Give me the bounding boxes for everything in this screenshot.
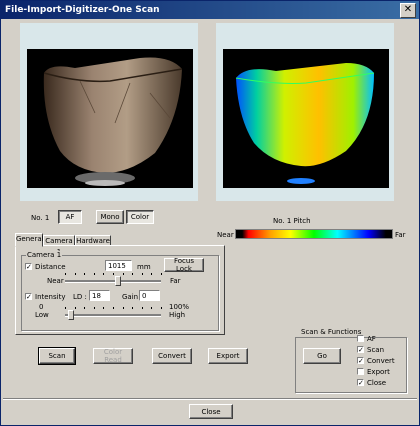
camera-1-group-title: Camera 1 xyxy=(26,251,63,259)
color-button[interactable]: Color xyxy=(126,210,154,224)
mono-button[interactable]: Mono xyxy=(96,210,124,224)
scan-number-label: No. 1 xyxy=(31,214,50,222)
slider-tick xyxy=(151,307,153,309)
color-scale-far-label: Far xyxy=(395,231,406,239)
focus-lock-button[interactable]: Focus Lock xyxy=(164,257,204,273)
export-button[interactable]: Export xyxy=(208,348,248,364)
intensity-label: Intensity xyxy=(35,293,66,301)
slider-tick xyxy=(84,307,86,309)
color-read-button[interactable]: Color Read xyxy=(93,348,133,364)
slider-tick xyxy=(93,307,95,309)
option-scan-label: Scan xyxy=(367,346,385,354)
intensity-slider-track[interactable] xyxy=(65,314,161,317)
go-button[interactable]: Go xyxy=(303,348,341,364)
option-af-label: AF xyxy=(367,335,376,343)
slider-tick xyxy=(151,273,153,275)
pitch-map-image xyxy=(223,49,389,188)
option-close-label: Close xyxy=(367,379,387,387)
digitizer-window: File-Import-Digitizer-One Scan ✕ No. 1 A… xyxy=(0,0,420,426)
option-export-checkbox[interactable] xyxy=(357,368,364,375)
camera-image-viewport xyxy=(20,23,198,201)
slider-tick xyxy=(65,307,66,309)
pottery-photo xyxy=(27,49,193,188)
pitch-label: No. 1 Pitch xyxy=(273,217,311,225)
distance-label: Distance xyxy=(35,263,66,271)
intensity-max-label: 100% xyxy=(169,303,190,311)
slider-tick xyxy=(65,273,66,275)
distance-input[interactable]: 1015 xyxy=(105,260,132,271)
intensity-high-label: High xyxy=(169,311,186,319)
slider-tick xyxy=(93,273,95,275)
slider-tick xyxy=(113,307,114,309)
intensity-slider-thumb[interactable] xyxy=(67,310,74,320)
scan-functions-group xyxy=(295,337,407,393)
intensity-check-mark: ✓ xyxy=(26,293,32,301)
option-af-checkbox[interactable] xyxy=(357,335,364,342)
scan-functions-title: Scan & Functions xyxy=(301,328,362,336)
tab-general[interactable]: General xyxy=(15,233,44,247)
distance-check-mark: ✓ xyxy=(26,263,32,271)
slider-tick xyxy=(132,273,134,275)
slider-tick xyxy=(161,273,162,275)
ld-input[interactable]: 18 xyxy=(89,290,110,301)
distance-unit-label: mm xyxy=(137,263,151,271)
intensity-checkbox[interactable]: ✓ xyxy=(25,293,32,301)
slider-tick xyxy=(103,273,105,275)
close-button[interactable]: Close xyxy=(189,404,233,419)
slider-tick xyxy=(122,273,124,275)
slider-tick xyxy=(161,307,162,309)
distance-checkbox[interactable]: ✓ xyxy=(25,263,32,271)
convert-button[interactable]: Convert xyxy=(152,348,192,364)
distance-slider-thumb[interactable] xyxy=(114,276,121,286)
title-close-button[interactable]: ✕ xyxy=(400,3,416,18)
slider-tick xyxy=(113,273,114,275)
option-scan-checkbox[interactable]: ✓ xyxy=(357,346,364,354)
intensity-low-label: Low xyxy=(35,311,49,319)
slider-tick xyxy=(103,307,105,309)
gain-input[interactable]: 0 xyxy=(139,290,160,301)
slider-tick xyxy=(122,307,124,309)
distance-slider-track[interactable] xyxy=(65,280,161,283)
slider-tick xyxy=(74,273,76,275)
window-title: File-Import-Digitizer-One Scan xyxy=(5,5,160,15)
slider-tick xyxy=(141,307,143,309)
pitch-color-scale xyxy=(235,229,393,239)
footer-separator xyxy=(3,398,417,400)
option-convert-label: Convert xyxy=(367,357,395,365)
slider-tick xyxy=(141,273,143,275)
option-export-label: Export xyxy=(367,368,390,376)
af-button[interactable]: AF xyxy=(58,210,82,224)
color-scale-near-label: Near xyxy=(217,231,234,239)
pitch-map-viewport xyxy=(216,23,394,201)
slider-tick xyxy=(84,273,86,275)
distance-far-label: Far xyxy=(170,277,181,285)
slider-tick xyxy=(132,307,134,309)
distance-near-label: Near xyxy=(47,277,64,285)
option-convert-checkbox[interactable]: ✓ xyxy=(357,357,364,365)
title-bar[interactable]: File-Import-Digitizer-One Scan ✕ xyxy=(1,1,419,19)
option-close-checkbox[interactable]: ✓ xyxy=(357,379,364,387)
ld-label: LD : xyxy=(73,293,87,301)
scan-button[interactable]: Scan xyxy=(38,347,76,365)
intensity-min-label: 0 xyxy=(39,303,44,311)
slider-tick xyxy=(74,307,76,309)
